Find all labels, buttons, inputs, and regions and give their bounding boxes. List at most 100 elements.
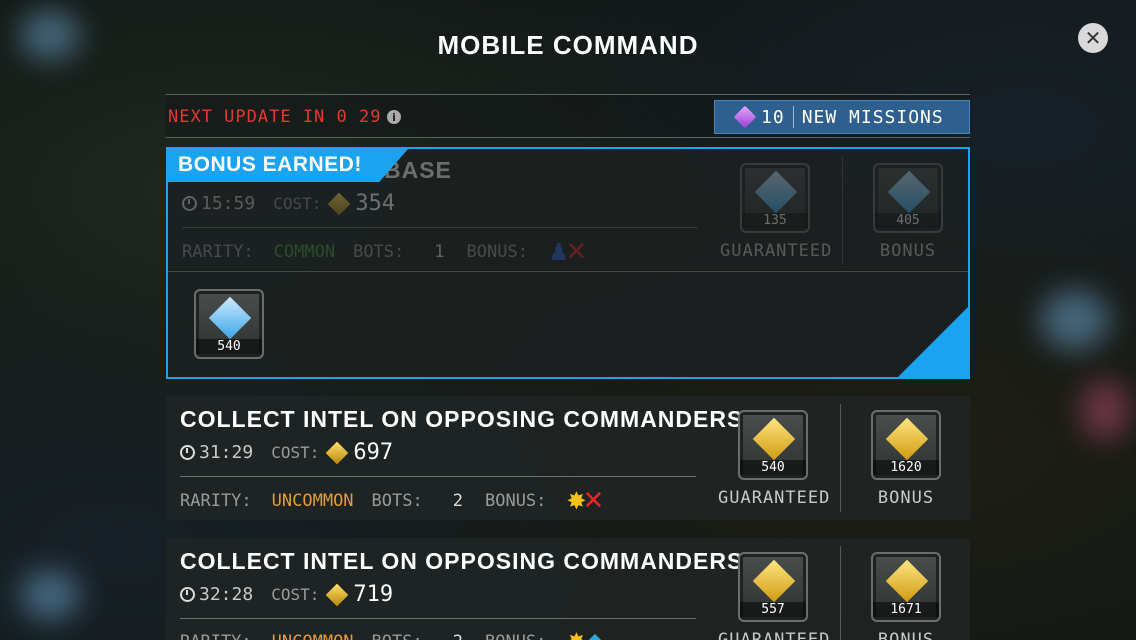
gold-icon bbox=[752, 417, 796, 461]
mission-card[interactable]: COLLECT INTEL ON OPPOSING COMMANDERS 32:… bbox=[166, 538, 970, 640]
crystal-icon bbox=[208, 296, 252, 340]
info-icon[interactable]: i bbox=[387, 110, 402, 124]
new-missions-button[interactable]: 10 NEW MISSIONS bbox=[714, 100, 970, 134]
divider bbox=[168, 271, 968, 272]
crystal-icon bbox=[887, 170, 931, 214]
close-icon[interactable]: ✕ bbox=[1085, 26, 1102, 50]
bonus-label: BONUS: bbox=[484, 491, 547, 511]
divider bbox=[182, 227, 698, 228]
bonus-label: BONUS: bbox=[466, 242, 528, 262]
bots-value: 2 bbox=[453, 632, 463, 640]
bots-value: 1 bbox=[434, 242, 445, 262]
clock-icon bbox=[180, 445, 195, 460]
bots-label: BOTS: bbox=[353, 242, 405, 262]
bonus-reward: 1671 BONUS bbox=[851, 552, 961, 640]
bots-label: BOTS: bbox=[372, 632, 423, 640]
cost-label: COST: bbox=[271, 443, 320, 462]
clock-icon bbox=[182, 196, 197, 211]
mission-time: 31:29 bbox=[199, 442, 254, 463]
reward-qty: 135 bbox=[742, 213, 808, 228]
reward-tile: 135 bbox=[740, 163, 810, 233]
crystal-icon bbox=[754, 170, 798, 214]
bonus-icons: ✸ ✕ bbox=[566, 488, 604, 514]
mission-card-bonus-earned[interactable]: BASE 15:59 COST: 354 RARITY: COMMON BOTS… bbox=[166, 147, 970, 379]
rarity-label: RARITY: bbox=[182, 242, 254, 262]
mission-card[interactable]: COLLECT INTEL ON OPPOSING COMMANDERS 31:… bbox=[166, 396, 970, 520]
mission-title: COLLECT INTEL ON OPPOSING COMMANDERS bbox=[180, 548, 744, 574]
gold-icon bbox=[752, 559, 796, 603]
mission-meta: RARITY: UNCOMMON BOTS: 2 BONUS: ✸ ◆ bbox=[180, 630, 603, 640]
guaranteed-reward: 540 GUARANTEED bbox=[718, 410, 831, 508]
reward-tile[interactable]: 540 bbox=[194, 289, 264, 359]
mission-meta: RARITY: UNCOMMON BOTS: 2 BONUS: ✸ ✕ bbox=[180, 488, 604, 514]
mission-time-cost: 32:28 COST: 719 bbox=[180, 582, 393, 607]
bg-blob bbox=[20, 570, 80, 620]
bonus-reward-label: BONUS bbox=[879, 241, 937, 261]
mission-header-bar: NEXT UPDATE IN 0 29 i 10 NEW MISSIONS bbox=[166, 94, 970, 138]
reward-qty: 1620 bbox=[873, 460, 939, 475]
burst-icon: ✸ bbox=[566, 630, 586, 640]
cost-label: COST: bbox=[273, 194, 322, 213]
gem-icon bbox=[326, 441, 349, 464]
mission-time-cost: 31:29 COST: 697 bbox=[180, 440, 393, 465]
gold-icon bbox=[885, 417, 929, 461]
reward-separator bbox=[840, 546, 841, 640]
cost-label: COST: bbox=[271, 585, 320, 604]
reward-tile: 557 bbox=[738, 552, 808, 622]
reward-qty: 1671 bbox=[873, 602, 939, 617]
mission-time: 32:28 bbox=[199, 584, 254, 605]
new-missions-label: NEW MISSIONS bbox=[801, 106, 944, 128]
rarity-value: UNCOMMON bbox=[272, 632, 354, 640]
reward-tile: 540 bbox=[738, 410, 808, 480]
separator bbox=[792, 106, 794, 128]
reward-tile: 405 bbox=[873, 163, 943, 233]
page-title: MOBILE COMMAND bbox=[437, 30, 699, 60]
bonus-icons: ✸ ◆ bbox=[566, 630, 603, 640]
bots-label: BOTS: bbox=[371, 491, 423, 511]
bonus-reward-label: BONUS bbox=[877, 630, 935, 640]
shield-icon: ◆ bbox=[587, 631, 604, 640]
next-update: NEXT UPDATE IN 0 29 i bbox=[168, 107, 402, 127]
gold-icon bbox=[885, 559, 929, 603]
bonus-label: BONUS: bbox=[485, 632, 546, 640]
reward-separator bbox=[840, 404, 841, 512]
x-icon: ✕ bbox=[582, 486, 605, 516]
cube-icon bbox=[733, 105, 757, 129]
close-button[interactable]: ✕ bbox=[1078, 23, 1108, 53]
mission-time: 15:59 bbox=[201, 193, 256, 214]
guaranteed-reward: 557 GUARANTEED bbox=[718, 552, 831, 640]
reward-qty: 557 bbox=[740, 602, 806, 617]
guaranteed-reward: 135 GUARANTEED bbox=[720, 163, 833, 261]
corner-accent bbox=[898, 307, 968, 377]
bg-blob bbox=[1080, 380, 1130, 440]
bonus-reward-label: BONUS bbox=[877, 488, 935, 508]
bonus-earned-banner: BONUS EARNED! bbox=[168, 149, 408, 182]
clock-icon bbox=[180, 587, 195, 602]
mission-title: COLLECT INTEL ON OPPOSING COMMANDERS bbox=[180, 406, 744, 432]
bonus-reward: 405 BONUS bbox=[853, 163, 963, 261]
divider bbox=[180, 476, 696, 477]
mission-meta: RARITY: COMMON BOTS: 1 BONUS: ♟ ✕ bbox=[182, 239, 587, 265]
bonus-reward: 1620 BONUS bbox=[851, 410, 961, 508]
earned-reward[interactable]: 540 bbox=[174, 289, 284, 359]
cost-value: 697 bbox=[353, 440, 394, 465]
guaranteed-label: GUARANTEED bbox=[718, 488, 831, 508]
gem-icon bbox=[328, 192, 351, 215]
bots-value: 2 bbox=[452, 491, 463, 511]
guaranteed-label: GUARANTEED bbox=[720, 241, 833, 261]
rarity-label: RARITY: bbox=[180, 632, 252, 640]
cost-value: 354 bbox=[355, 191, 396, 216]
mission-count: 10 bbox=[761, 106, 785, 128]
reward-separator bbox=[842, 157, 843, 265]
guaranteed-label: GUARANTEED bbox=[718, 630, 831, 640]
cost-value: 719 bbox=[353, 582, 394, 607]
reward-qty: 540 bbox=[196, 339, 262, 354]
bonus-icons: ♟ ✕ bbox=[548, 239, 587, 265]
x-icon: ✕ bbox=[565, 237, 588, 267]
rarity-label: RARITY: bbox=[180, 491, 252, 511]
mission-time-cost: 15:59 COST: 354 bbox=[182, 191, 395, 216]
rarity-value: COMMON bbox=[273, 242, 336, 262]
reward-qty: 540 bbox=[740, 460, 806, 475]
bg-blob bbox=[1040, 290, 1110, 350]
next-update-text: NEXT UPDATE IN 0 29 bbox=[168, 107, 382, 127]
